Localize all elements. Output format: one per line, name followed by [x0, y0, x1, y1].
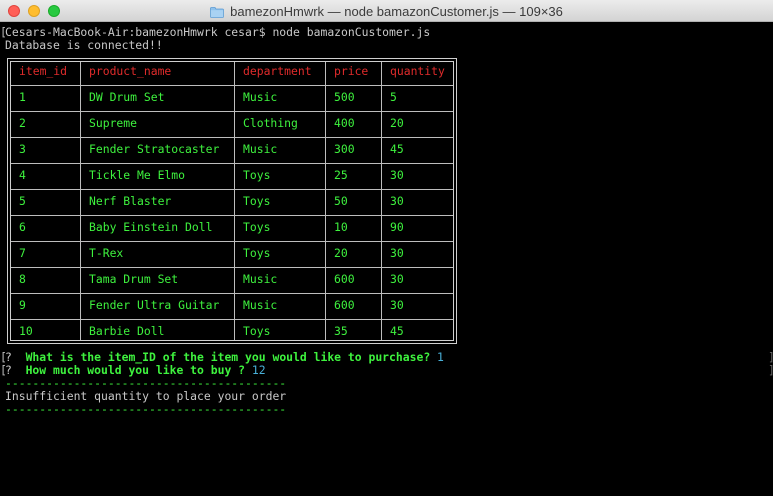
cell-item-id: 3	[19, 142, 26, 156]
cell-department: Music	[243, 90, 278, 104]
title-bar: bamezonHmwrk — node bamazonCustomer.js —…	[0, 0, 773, 22]
cell-product-name: DW Drum Set	[89, 90, 165, 104]
cell-department: Toys	[243, 168, 271, 182]
cell-quantity: 5	[390, 90, 397, 104]
terminal-body[interactable]: [ Cesars-MacBook-Air:bamezonHmwrk cesar$…	[0, 23, 773, 496]
cell-price: 20	[334, 246, 348, 260]
question-1-answer: 1	[437, 350, 444, 364]
cell-price: 600	[334, 298, 355, 312]
products-table: item_id product_name department price qu…	[7, 58, 457, 344]
cell-product-name: Barbie Doll	[89, 324, 165, 338]
question-1-marker: ?	[5, 350, 12, 364]
question-2-answer: 12	[251, 363, 266, 377]
cell-product-name: Tama Drum Set	[89, 272, 179, 286]
window-title-group: bamezonHmwrk — node bamazonCustomer.js —…	[0, 0, 773, 22]
cell-department: Toys	[243, 194, 271, 208]
table-row-divider	[11, 319, 453, 320]
cell-item-id: 8	[19, 272, 26, 286]
cell-quantity: 30	[390, 168, 404, 182]
header-quantity: quantity	[390, 64, 445, 78]
question-1-text: What is the item_ID of the item you woul…	[25, 350, 431, 364]
cell-product-name: Fender Stratocaster	[89, 142, 220, 156]
question-2-text: How much would you like to buy ?	[25, 363, 246, 377]
cell-price: 35	[334, 324, 348, 338]
table-col-divider	[381, 62, 382, 340]
cell-price: 600	[334, 272, 355, 286]
cell-department: Toys	[243, 220, 271, 234]
folder-icon	[210, 6, 225, 18]
cell-price: 400	[334, 116, 355, 130]
cell-quantity: 90	[390, 220, 404, 234]
cell-item-id: 5	[19, 194, 26, 208]
table-row-divider	[11, 85, 453, 86]
table-row-divider	[11, 267, 453, 268]
line-bracket-right: ]	[768, 364, 773, 377]
table-col-divider	[80, 62, 81, 340]
table-row-divider	[11, 111, 453, 112]
cell-price: 50	[334, 194, 348, 208]
products-table-inner	[10, 61, 454, 341]
cell-product-name: Tickle Me Elmo	[89, 168, 186, 182]
cell-quantity: 45	[390, 142, 404, 156]
cell-product-name: Supreme	[89, 116, 138, 130]
cell-department: Music	[243, 298, 278, 312]
cell-price: 300	[334, 142, 355, 156]
table-row-divider	[11, 215, 453, 216]
cell-product-name: Nerf Blaster	[89, 194, 172, 208]
cell-item-id: 4	[19, 168, 26, 182]
table-row-divider	[11, 163, 453, 164]
cell-item-id: 10	[19, 324, 33, 338]
cell-product-name: Fender Ultra Guitar	[89, 298, 220, 312]
cell-quantity: 30	[390, 272, 404, 286]
cell-price: 25	[334, 168, 348, 182]
cell-item-id: 2	[19, 116, 26, 130]
table-row-divider	[11, 189, 453, 190]
cell-item-id: 9	[19, 298, 26, 312]
table-row-divider	[11, 137, 453, 138]
window-title: bamezonHmwrk — node bamazonCustomer.js —…	[230, 3, 563, 19]
cell-price: 10	[334, 220, 348, 234]
cell-quantity: 45	[390, 324, 404, 338]
header-department: department	[243, 64, 312, 78]
cell-department: Music	[243, 142, 278, 156]
header-product-name: product_name	[89, 64, 172, 78]
cell-item-id: 1	[19, 90, 26, 104]
header-item-id: item_id	[19, 64, 68, 78]
cell-quantity: 30	[390, 246, 404, 260]
cell-item-id: 7	[19, 246, 26, 260]
cell-item-id: 6	[19, 220, 26, 234]
question-2-marker: ?	[5, 363, 12, 377]
cell-department: Toys	[243, 246, 271, 260]
cell-price: 500	[334, 90, 355, 104]
table-col-divider	[325, 62, 326, 340]
connected-message: Database is connected!!	[5, 38, 163, 52]
terminal-window: bamezonHmwrk — node bamazonCustomer.js —…	[0, 0, 773, 496]
header-price: price	[334, 64, 369, 78]
table-col-divider	[234, 62, 235, 340]
cell-product-name: T-Rex	[89, 246, 124, 260]
cell-department: Clothing	[243, 116, 298, 130]
table-row-divider	[11, 241, 453, 242]
cell-department: Music	[243, 272, 278, 286]
cell-quantity: 30	[390, 298, 404, 312]
cell-quantity: 30	[390, 194, 404, 208]
cell-department: Toys	[243, 324, 271, 338]
cell-quantity: 20	[390, 116, 404, 130]
divider-bottom: ----------------------------------------…	[5, 402, 287, 416]
cell-product-name: Baby Einstein Doll	[89, 220, 213, 234]
table-row-divider	[11, 293, 453, 294]
